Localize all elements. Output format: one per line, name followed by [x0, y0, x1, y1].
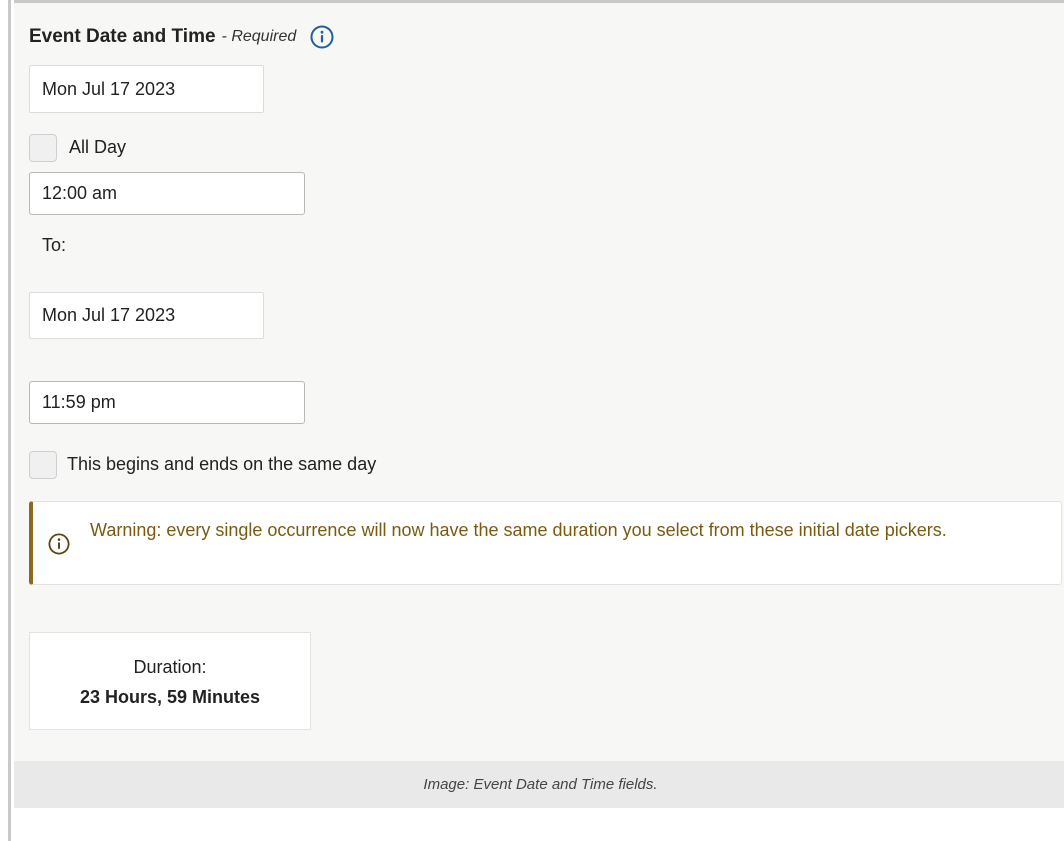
end-date-field[interactable]: Mon Jul 17 2023 — [29, 292, 264, 339]
all-day-label: All Day — [69, 137, 127, 157]
start-date-field[interactable]: Mon Jul 17 2023 — [29, 65, 264, 113]
info-circle-icon — [48, 533, 70, 555]
image-caption: Image: Event Date and Time fields. — [423, 776, 658, 793]
to-label: To: — [42, 235, 67, 255]
warning-text: Warning: every single occurrence will no… — [90, 520, 947, 540]
section-title: Event Date and Time — [29, 26, 216, 47]
section-header: Event Date and Time - Required — [29, 25, 334, 49]
duration-label: Duration: — [133, 657, 207, 677]
required-label: - Required — [221, 28, 297, 45]
same-day-checkbox[interactable] — [29, 451, 57, 479]
info-circle-icon[interactable] — [310, 25, 334, 49]
duration-box: Duration: 23 Hours, 59 Minutes — [29, 632, 311, 730]
content-frame: Event Date and Time - Required Mon Jul 1… — [8, 0, 1064, 841]
warning-banner: Warning: every single occurrence will no… — [29, 501, 1062, 585]
event-date-time-panel: Event Date and Time - Required Mon Jul 1… — [14, 0, 1064, 761]
same-day-label: This begins and ends on the same day — [67, 454, 377, 474]
end-time-field[interactable]: 11:59 pm — [29, 381, 305, 424]
duration-value: 23 Hours, 59 Minutes — [79, 687, 261, 707]
image-caption-bar: Image: Event Date and Time fields. — [14, 761, 1064, 808]
start-time-field[interactable]: 12:00 am — [29, 172, 305, 215]
all-day-checkbox[interactable] — [29, 134, 57, 162]
